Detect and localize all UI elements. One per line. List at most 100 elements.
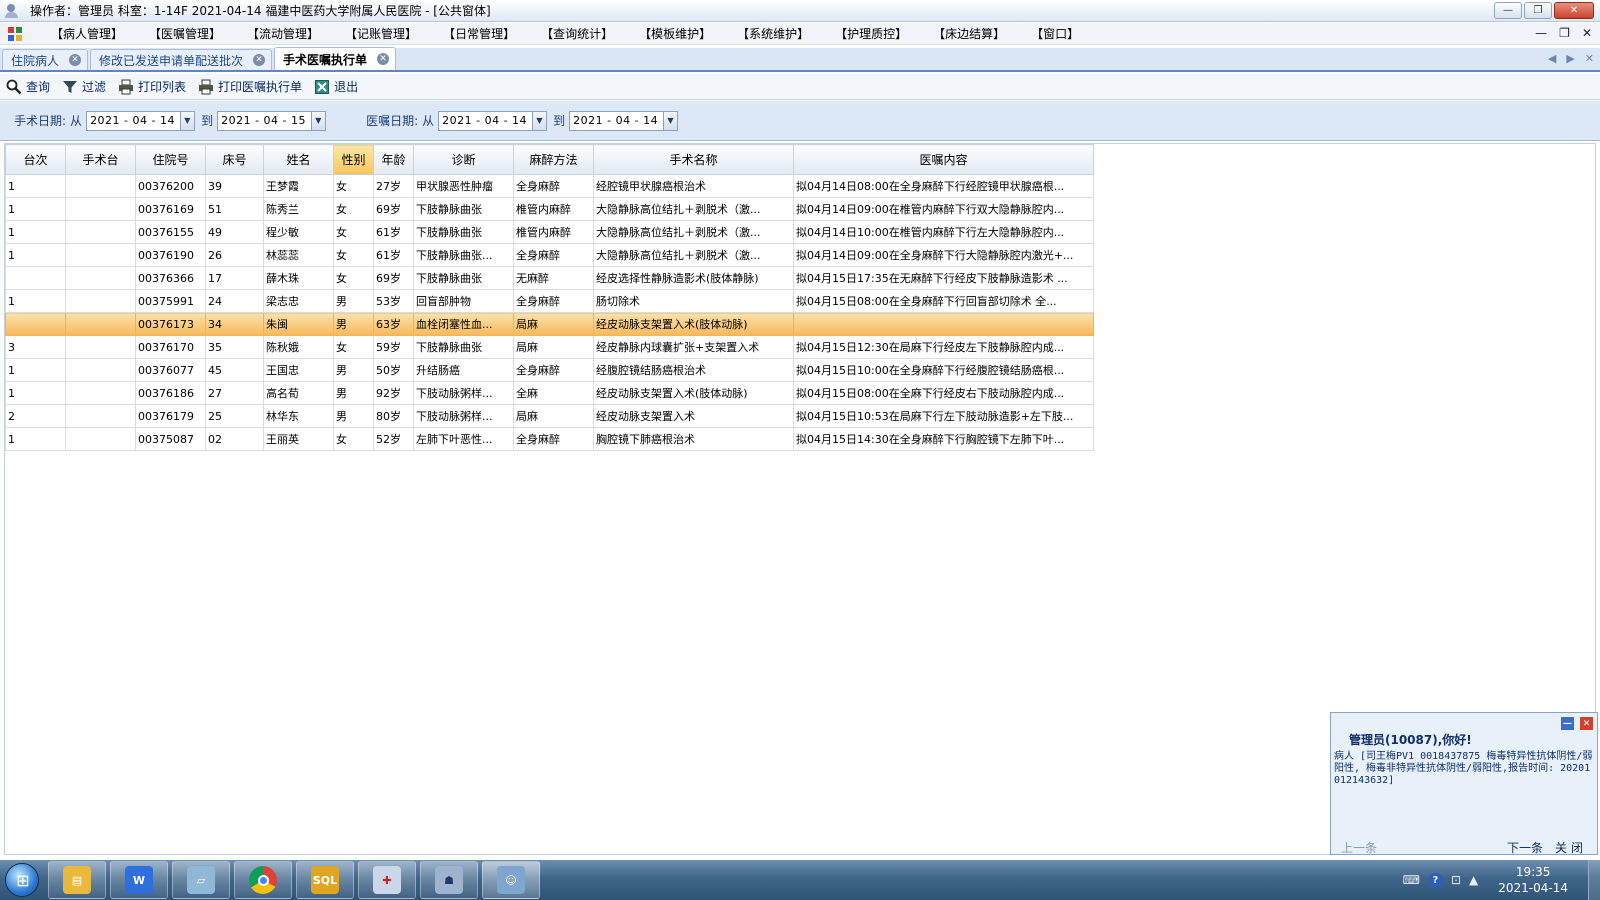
tab-close-all-icon[interactable]: ✕ <box>1585 52 1594 65</box>
table-cell <box>65 174 136 198</box>
network-icon[interactable]: ⊡ <box>1451 873 1461 888</box>
taskbar-chrome[interactable] <box>234 861 292 899</box>
chevron-down-icon[interactable]: ▼ <box>180 111 195 130</box>
tab-close-icon[interactable]: ✕ <box>377 53 390 65</box>
table-cell: 经皮动脉支架置入术(肢体动脉) <box>593 381 794 405</box>
table-cell <box>65 220 136 244</box>
menu-order-mgmt[interactable]: 【医嘱管理】 <box>136 25 234 42</box>
table-row[interactable]: 00376173 34 朱闽男 63岁 血栓闭塞性血... 局麻 经皮动脉支架置入术(肢体动… <box>5 312 1094 336</box>
column-header[interactable]: 住院号 <box>135 144 206 175</box>
menu-billing-mgmt[interactable]: 【记账管理】 <box>332 25 430 42</box>
tray-icons: ⌨ ? ⊡ ▲ <box>1403 872 1478 888</box>
keyboard-icon[interactable]: ⌨ <box>1403 873 1420 888</box>
column-header[interactable]: 台次 <box>5 144 66 175</box>
order-date-from-picker[interactable]: 2021 - 04 - 14 ▼ <box>438 110 548 131</box>
table-cell: 00376077 <box>135 358 206 382</box>
taskbar-sql[interactable]: SQL <box>296 861 354 899</box>
start-button[interactable] <box>0 860 44 900</box>
help-icon[interactable]: ? <box>1427 872 1443 888</box>
menu-bedside-settle[interactable]: 【床边结算】 <box>920 25 1018 42</box>
table-row[interactable]: 1 00375991 24 梁志忠男 53岁 回盲部肿物 全身麻醉 肠切除术 拟04月15日08… <box>5 289 1094 313</box>
date-value: 2021 - 04 - 14 <box>442 114 528 127</box>
chevron-down-icon[interactable]: ▼ <box>532 111 547 130</box>
column-header[interactable]: 年龄 <box>373 144 414 175</box>
taskbar-notes[interactable]: ▱ <box>172 861 230 899</box>
column-header[interactable]: 性别 <box>333 144 374 175</box>
table-row[interactable]: 1 00376200 39 王梦霞女 27岁 甲状腺恶性肿瘤 全身麻醉 经腔镜甲状腺癌根治术拟… <box>5 174 1094 198</box>
menu-daily-mgmt[interactable]: 【日常管理】 <box>430 25 528 42</box>
table-row[interactable]: 1 00376169 51 陈秀兰女 69岁 下肢静脉曲张 椎管内麻醉 大隐静脉高位结扎＋剥脱… <box>5 197 1094 221</box>
clock[interactable]: 19:35 2021-04-14 <box>1498 864 1568 896</box>
chevron-down-icon[interactable]: ▼ <box>663 111 678 130</box>
menu-system[interactable]: 【系统维护】 <box>724 25 822 42</box>
surgery-date-from-picker[interactable]: 2021 - 04 - 14 ▼ <box>86 110 196 131</box>
tab-surgery-order-exec[interactable]: 手术医嘱执行单 ✕ <box>274 47 397 70</box>
print-list-button[interactable]: 打印列表 <box>118 78 186 95</box>
show-desktop-button[interactable] <box>1588 860 1600 900</box>
order-date-to-picker[interactable]: 2021 - 04 - 14 ▼ <box>569 110 679 131</box>
menu-template[interactable]: 【模板维护】 <box>626 25 724 42</box>
table-cell: 拟04月15日17:35在无麻醉下行经皮下肢静脉造影术 ... <box>793 266 1094 290</box>
tab-next-icon[interactable]: ▶ <box>1566 52 1574 65</box>
menu-patient-mgmt[interactable]: 【病人管理】 <box>38 25 136 42</box>
query-button[interactable]: 查询 <box>6 78 50 95</box>
column-header[interactable]: 手术名称 <box>593 144 794 175</box>
column-header[interactable]: 医嘱内容 <box>793 144 1094 175</box>
table-cell: 女 <box>333 220 374 244</box>
popup-close-link[interactable]: 关闭 <box>1555 839 1587 856</box>
order-date-label: 医嘱日期: <box>366 114 419 128</box>
taskbar-explorer[interactable]: ▤ <box>48 861 106 899</box>
menu-query-stats[interactable]: 【查询统计】 <box>528 25 626 42</box>
mdi-close-icon[interactable]: ✕ <box>1582 26 1592 40</box>
date-value: 2021 - 04 - 15 <box>221 114 306 127</box>
exit-button[interactable]: 退出 <box>314 78 358 95</box>
table-row[interactable]: 1 00376190 26 林蕊蕊女 61岁 下肢静脉曲张... 全身麻醉 大隐静脉高位结扎＋… <box>5 243 1094 267</box>
tab-inpatients[interactable]: 住院病人 ✕ <box>2 49 89 70</box>
tab-close-icon[interactable]: ✕ <box>69 54 82 66</box>
menu-nursing-qc[interactable]: 【护理质控】 <box>822 25 920 42</box>
close-button[interactable]: ✕ <box>1554 2 1594 19</box>
menu-window[interactable]: 【窗口】 <box>1018 25 1092 42</box>
column-header[interactable]: 姓名 <box>263 144 334 175</box>
taskbar-wps[interactable]: W <box>110 861 168 899</box>
column-header[interactable]: 麻醉方法 <box>513 144 594 175</box>
surgery-date-to-picker[interactable]: 2021 - 04 - 15 ▼ <box>217 110 327 131</box>
column-header[interactable]: 诊断 <box>413 144 514 175</box>
popup-close-icon[interactable]: ✕ <box>1580 717 1593 730</box>
menu-flow-mgmt[interactable]: 【流动管理】 <box>234 25 332 42</box>
popup-next-link[interactable]: 下一条 <box>1507 839 1543 856</box>
table-row[interactable]: 1 00376077 45 王国忠男 50岁 升结肠癌 全身麻醉 经腹腔镜结肠癌根治术 拟04月… <box>5 358 1094 382</box>
restore-button[interactable]: ❐ <box>1524 2 1552 19</box>
column-header[interactable]: 床号 <box>205 144 264 175</box>
table-row[interactable]: 2 00376179 25 林华东男 80岁 下肢动脉粥样... 局麻 经皮动脉支架置入术 拟0… <box>5 404 1094 428</box>
taskbar-doctor-app[interactable]: ✚ <box>358 861 416 899</box>
minimize-button[interactable]: — <box>1494 2 1522 19</box>
popup-minimize-icon[interactable]: — <box>1561 717 1574 730</box>
table-cell: 程少敏 <box>263 220 334 244</box>
table-row[interactable]: 00376366 17 薛木珠女 69岁 下肢静脉曲张 无麻醉 经皮选择性静脉造影术(肢体静… <box>5 266 1094 290</box>
table-row[interactable]: 1 00375087 02 王丽英女 52岁 左肺下叶恶性... 全身麻醉 胸腔镜下肺癌根治术… <box>5 427 1094 451</box>
mdi-minimize-icon[interactable]: — <box>1535 26 1547 40</box>
table-cell <box>65 197 136 221</box>
taskbar-nurse-app[interactable]: ☗ <box>420 861 478 899</box>
chrome-icon <box>249 866 277 894</box>
tab-prev-icon[interactable]: ◀ <box>1548 52 1556 65</box>
tab-close-icon[interactable]: ✕ <box>253 54 266 66</box>
tab-modify-delivery-batch[interactable]: 修改已发送申请单配送批次 ✕ <box>90 49 273 70</box>
taskbar-active-app[interactable]: ☺ <box>482 861 540 899</box>
table-cell: 林蕊蕊 <box>263 243 334 267</box>
popup-prev-link[interactable]: 上一条 <box>1341 839 1377 856</box>
wps-icon: W <box>125 866 153 894</box>
print-exec-button[interactable]: 打印医嘱执行单 <box>198 78 302 95</box>
column-header[interactable]: 手术台 <box>65 144 136 175</box>
table-cell: 下肢静脉曲张... <box>413 243 514 267</box>
table-row[interactable]: 1 00376186 27 高名荀男 92岁 下肢动脉粥样... 全麻 经皮动脉支架置入术(肢… <box>5 381 1094 405</box>
table-cell: 椎管内麻醉 <box>513 197 594 221</box>
mdi-restore-icon[interactable]: ❐ <box>1559 26 1570 40</box>
filter-button[interactable]: 过滤 <box>62 78 106 95</box>
date-filter-bar: 手术日期: 从 2021 - 04 - 14 ▼ 到 2021 - 04 - 1… <box>0 101 1600 141</box>
tray-expand-icon[interactable]: ▲ <box>1469 873 1478 888</box>
chevron-down-icon[interactable]: ▼ <box>311 111 326 130</box>
table-row[interactable]: 1 00376155 49 程少敏女 61岁 下肢静脉曲张 椎管内麻醉 大隐静脉高位结扎＋剥脱… <box>5 220 1094 244</box>
table-row[interactable]: 3 00376170 35 陈秋娥女 59岁 下肢静脉曲张 局麻 经皮静脉内球囊扩张+支架置入… <box>5 335 1094 359</box>
